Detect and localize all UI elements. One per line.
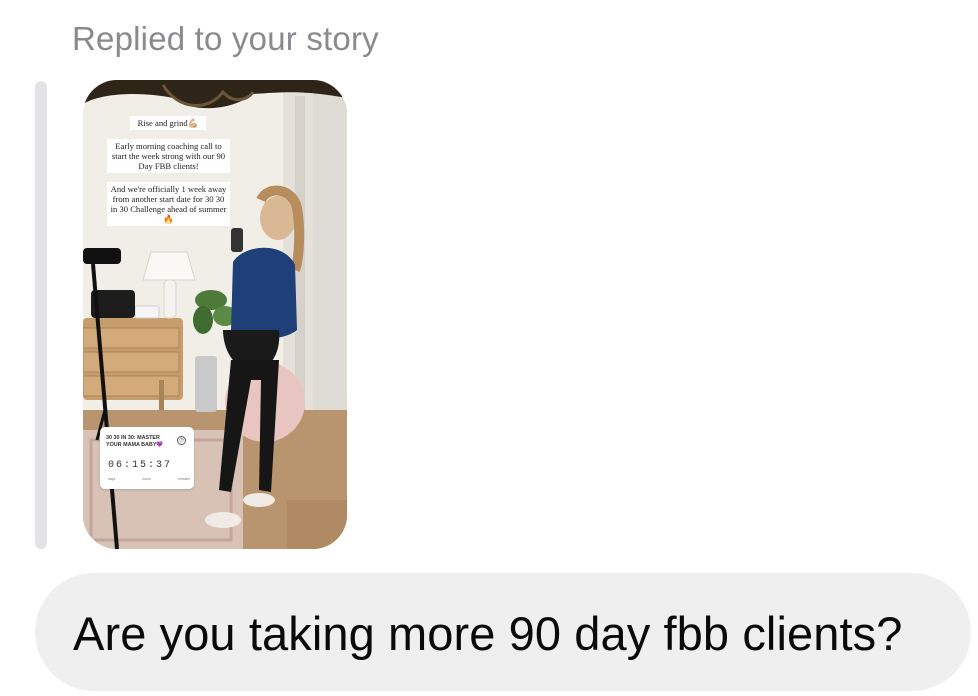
countdown-title: 30 30 IN 30: MASTER YOUR MAMA BABY💜 xyxy=(106,435,164,448)
replied-to-story-label: Replied to your story xyxy=(72,20,379,57)
countdown-digits: 06:15:37 xyxy=(108,460,173,471)
story-thumbnail[interactable]: Rise and grind💪🏼 Early morning coaching … xyxy=(83,80,347,549)
countdown-unit-labels: days hours minutes xyxy=(108,477,190,481)
story-caption-3: And we're officially 1 week away from an… xyxy=(107,182,230,226)
countdown-label-minutes: minutes xyxy=(178,477,190,481)
countdown-sticker: 30 30 IN 30: MASTER YOUR MAMA BABY💜 ◷ 06… xyxy=(100,427,194,489)
countdown-label-days: days xyxy=(108,477,116,481)
message-text: Are you taking more 90 day fbb clients? xyxy=(73,607,903,660)
countdown-clock-icon: ◷ xyxy=(177,436,186,445)
message-bubble[interactable]: Are you taking more 90 day fbb clients? xyxy=(35,573,971,691)
countdown-label-hours: hours xyxy=(142,477,151,481)
story-caption-1: Rise and grind💪🏼 xyxy=(130,116,206,130)
story-caption-2: Early morning coaching call to start the… xyxy=(107,139,230,173)
quote-bar xyxy=(35,81,47,549)
